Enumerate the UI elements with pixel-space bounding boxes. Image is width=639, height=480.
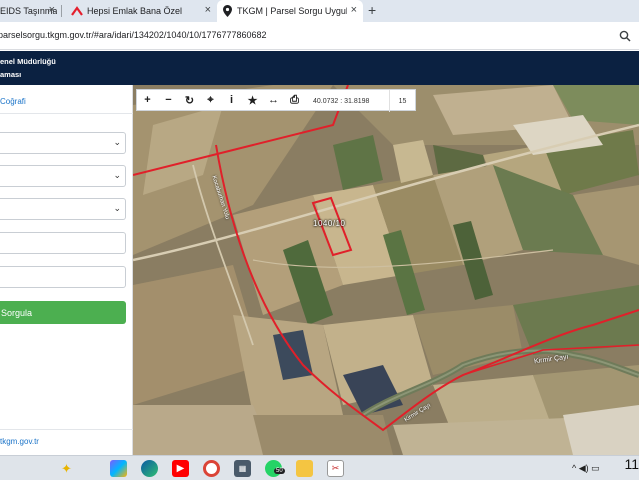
tab-tkgm-active[interactable]: TKGM | Parsel Sorgu Uygulama × xyxy=(217,0,363,22)
query-button-label: Sorgula xyxy=(1,307,33,318)
site-title: enel Müdürlüğü xyxy=(0,57,56,66)
calculator-icon[interactable]: ▦ xyxy=(234,460,251,477)
chevron-down-icon: ⌄ xyxy=(113,137,121,147)
address-bar[interactable]: parselsorgu.tkgm.gov.tr/#ara/idari/13420… xyxy=(0,22,639,50)
footer-link[interactable]: tkgm.gov.tr xyxy=(0,437,39,446)
location-pin-icon xyxy=(223,5,232,17)
chevron-down-icon: ⌄ xyxy=(113,203,121,213)
block-no-input[interactable] xyxy=(0,232,126,254)
district-select[interactable]: ⌄ xyxy=(0,165,126,187)
edge-icon[interactable] xyxy=(141,460,158,477)
chrome-icon[interactable] xyxy=(203,460,220,477)
copilot-icon[interactable] xyxy=(110,460,127,477)
site-subtitle: aması xyxy=(0,70,22,79)
neighborhood-select[interactable]: ⌄ xyxy=(0,198,126,220)
divider xyxy=(0,113,133,114)
clock[interactable]: 11 xyxy=(624,456,639,472)
whatsapp-icon[interactable]: 50 xyxy=(265,460,285,477)
site-header: enel Müdürlüğü aması xyxy=(0,51,639,85)
satellite-imagery xyxy=(133,85,639,455)
zoom-out-icon[interactable]: − xyxy=(158,89,179,111)
new-tab-button[interactable]: + xyxy=(368,2,376,18)
search-icon[interactable] xyxy=(619,30,631,42)
file-explorer-icon[interactable] xyxy=(296,460,313,477)
divider xyxy=(0,429,133,430)
chevron-down-icon: ⌄ xyxy=(113,170,121,180)
tab-eids[interactable]: EIDS Taşınma × xyxy=(0,0,61,22)
info-icon[interactable]: i xyxy=(221,89,242,111)
query-panel: Coğrafi ⌄ ⌄ ⌄ Sorgula tkgm.gov.tr xyxy=(0,85,133,455)
parcel-no-input[interactable] xyxy=(0,266,126,288)
locate-icon[interactable]: ⌖ xyxy=(200,89,221,111)
satellite-map[interactable]: + − ↻ ⌖ i ★ ↔ ⎙ 40.0732 : 31.8198 15 104… xyxy=(133,85,639,455)
parcel-label[interactable]: 1040/10 xyxy=(313,219,345,228)
tab-hepsi-emlak[interactable]: Hepsi Emlak Bana Özel × xyxy=(61,0,217,22)
hepsiemlak-logo-icon xyxy=(71,6,83,16)
close-icon[interactable]: × xyxy=(351,5,357,16)
print-icon[interactable]: ⎙ xyxy=(284,89,305,111)
zoom-level: 15 xyxy=(389,90,415,112)
tab-label: Hepsi Emlak Bana Özel xyxy=(87,6,183,16)
url-text[interactable]: parselsorgu.tkgm.gov.tr/#ara/idari/13420… xyxy=(0,30,267,40)
measure-icon[interactable]: ↔ xyxy=(263,89,284,111)
whatsapp-badge: 50 xyxy=(274,468,285,474)
refresh-icon[interactable]: ↻ xyxy=(179,89,200,111)
tab-cografi[interactable]: Coğrafi xyxy=(0,97,26,106)
map-toolbar: + − ↻ ⌖ i ★ ↔ ⎙ 40.0732 : 31.8198 15 xyxy=(136,89,416,112)
province-select[interactable]: ⌄ xyxy=(0,132,126,154)
coordinate-readout: 40.0732 : 31.8198 xyxy=(313,97,370,105)
star-icon[interactable]: ★ xyxy=(242,89,263,111)
system-tray[interactable]: ^ ◀) ▭ xyxy=(572,463,600,474)
query-button[interactable]: Sorgula xyxy=(0,301,126,324)
youtube-icon[interactable]: ▶ xyxy=(172,460,189,477)
snipping-tool-icon[interactable]: ✂ xyxy=(327,460,344,477)
taskbar: ✦ ▶ ▦ 50 ✂ ^ ◀) ▭ 11 xyxy=(0,455,639,480)
browser-tab-bar: EIDS Taşınma × Hepsi Emlak Bana Özel × T… xyxy=(0,0,639,22)
zoom-in-icon[interactable]: + xyxy=(137,89,158,111)
sparkle-icon[interactable]: ✦ xyxy=(58,460,75,477)
close-icon[interactable]: × xyxy=(49,5,55,16)
close-icon[interactable]: × xyxy=(205,5,211,16)
tab-label: TKGM | Parsel Sorgu Uygulama xyxy=(237,6,347,16)
